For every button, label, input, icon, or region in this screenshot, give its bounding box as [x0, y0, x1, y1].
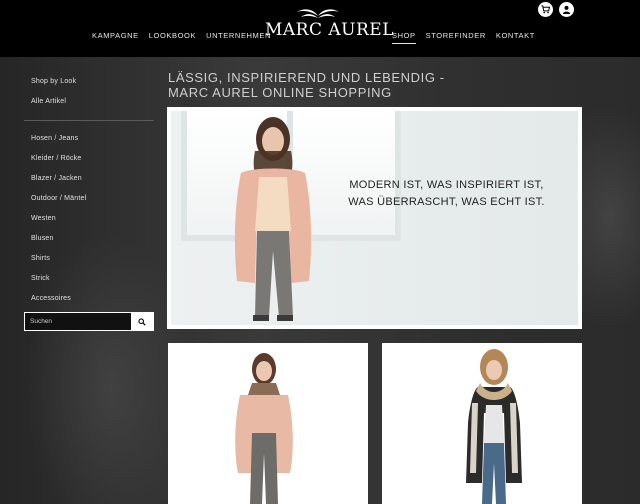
sidebar-item-blusen[interactable]: Blusen: [24, 229, 154, 249]
nav-left: KAMPAGNE LOOKBOOK UNTERNEHMEN: [92, 31, 271, 43]
nav-lookbook[interactable]: LOOKBOOK: [149, 31, 196, 43]
page-title-line1: LÄSSIG, INSPIRIEREND UND LEBENDIG -: [168, 70, 445, 85]
nav-storefinder[interactable]: STOREFINDER: [426, 31, 486, 44]
nav-shop[interactable]: SHOP: [392, 31, 416, 44]
logo-text: MARC AUREL: [265, 20, 394, 40]
search-icon: [138, 317, 146, 326]
nav-kampagne[interactable]: KAMPAGNE: [92, 31, 139, 43]
nav-right: SHOP STOREFINDER KONTAKT: [392, 31, 535, 44]
search-input[interactable]: [25, 313, 131, 330]
nav-unternehmen[interactable]: UNTERNEHMEN: [206, 31, 271, 43]
hero-tagline-line1: MODERN IST, WAS INSPIRIERT IST,: [349, 179, 544, 191]
sidebar-divider: [24, 120, 154, 121]
hero-image: MODERN IST, WAS INSPIRIERT IST, WAS ÜBER…: [171, 111, 578, 325]
sidebar-item-hosen-jeans[interactable]: Hosen / Jeans: [24, 129, 154, 149]
hero-tagline: MODERN IST, WAS INSPIRIERT IST, WAS ÜBER…: [339, 177, 554, 211]
sidebar-item-strick[interactable]: Strick: [24, 269, 154, 289]
site-header: KAMPAGNE LOOKBOOK UNTERNEHMEN MARC AUREL…: [0, 0, 640, 57]
hero-tagline-line2: WAS ÜBERRASCHT, WAS ECHT IST.: [348, 196, 545, 208]
product-tile[interactable]: [168, 343, 368, 504]
sidebar-item-westen[interactable]: Westen: [24, 209, 154, 229]
sidebar-item-blazer-jacken[interactable]: Blazer / Jacken: [24, 169, 154, 189]
product-photo: [382, 343, 582, 504]
sidebar-group-categories: Hosen / Jeans Kleider / Röcke Blazer / J…: [24, 127, 154, 315]
sidebar-item-shop-by-look[interactable]: Shop by Look: [24, 72, 154, 92]
cart-icon[interactable]: [538, 2, 553, 17]
header-icons: [538, 2, 574, 17]
user-icon[interactable]: [559, 2, 574, 17]
sidebar-group-top: Shop by Look Alle Artikel: [24, 70, 154, 118]
nav-kontakt[interactable]: KONTAKT: [496, 31, 535, 44]
sidebar-item-alle-artikel[interactable]: Alle Artikel: [24, 92, 154, 112]
search-form: [24, 312, 154, 331]
sidebar-item-accessoires[interactable]: Accessoires: [24, 289, 154, 309]
page-title-line2: MARC AUREL ONLINE SHOPPING: [168, 85, 392, 100]
sidebar-item-kleider-roecke[interactable]: Kleider / Röcke: [24, 149, 154, 169]
logo-ornament-icon: [297, 9, 339, 18]
hero-banner[interactable]: MODERN IST, WAS INSPIRIERT IST, WAS ÜBER…: [167, 107, 582, 329]
product-tile[interactable]: [382, 343, 582, 504]
sidebar-item-shirts[interactable]: Shirts: [24, 249, 154, 269]
category-sidebar: Shop by Look Alle Artikel Hosen / Jeans …: [24, 70, 154, 324]
hero-model-photo: [234, 117, 312, 321]
page-title: LÄSSIG, INSPIRIEREND UND LEBENDIG - MARC…: [168, 70, 498, 100]
product-photo: [168, 343, 368, 504]
logo[interactable]: MARC AUREL: [265, 6, 394, 50]
sidebar-item-outdoor-maentel[interactable]: Outdoor / Mäntel: [24, 189, 154, 209]
search-button[interactable]: [131, 313, 153, 330]
